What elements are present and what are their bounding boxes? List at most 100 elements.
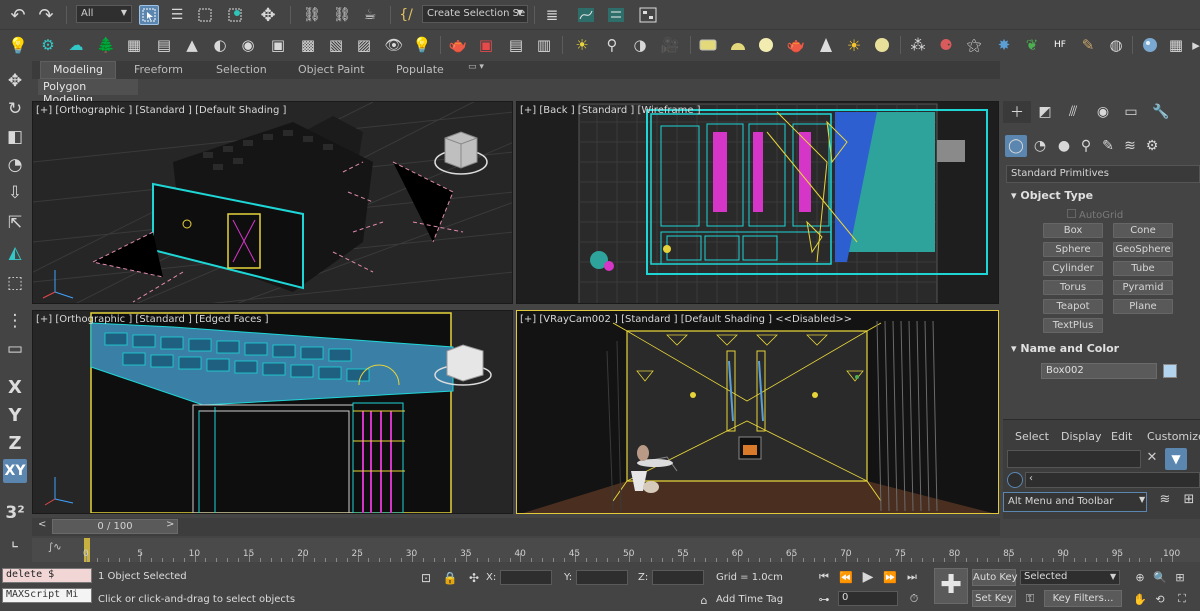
set-key-big-button[interactable]: ✚ (934, 568, 968, 604)
torus-button[interactable]: Torus (1043, 280, 1103, 295)
textplus-button[interactable]: TextPlus (1043, 318, 1103, 333)
bind-space-warp-icon[interactable]: ☕ (360, 5, 380, 25)
orbit-icon[interactable]: ⊕ (1130, 567, 1150, 587)
rollout-name-and-color[interactable]: ▾ Name and Color (1003, 342, 1200, 355)
object-name-field[interactable]: Box002 (1041, 363, 1157, 379)
viewport-bottom-left[interactable]: [+] [Orthographic ] [Standard ] [Edged F… (32, 310, 513, 514)
vray-light-icon[interactable]: ☀ (572, 35, 592, 55)
environment-icon[interactable]: ▩ (298, 35, 318, 55)
material-browser-icon[interactable]: ▦ (1166, 35, 1186, 55)
systems-category-icon[interactable]: ⚙ (1141, 135, 1163, 157)
explorer-search-input[interactable] (1007, 450, 1141, 468)
object-color-swatch[interactable] (1163, 364, 1177, 378)
previous-frame-icon[interactable]: ⏪ (836, 567, 856, 587)
time-slider[interactable]: < 0 / 100 > (32, 518, 1000, 536)
selection-filter-dropdown[interactable]: All ▼ (76, 5, 132, 23)
cameras-category-icon[interactable]: ⚲ (1075, 135, 1097, 157)
lightbulb-icon[interactable]: 💡 (412, 35, 432, 55)
key-mode-icon[interactable]: ⊶ (814, 589, 834, 609)
key-icon[interactable]: ⚿ (1020, 589, 1040, 609)
viewport-label[interactable]: [+] [Orthographic ] [Standard ] [Edged F… (36, 314, 269, 325)
vray-dome-icon[interactable] (728, 35, 748, 55)
hierarchy-tab-icon[interactable]: ⫻ (1059, 101, 1087, 123)
box-button[interactable]: Box (1043, 223, 1103, 238)
current-frame-field[interactable]: 0 (838, 591, 898, 606)
explorer-toggle-icon[interactable] (1007, 472, 1023, 488)
geosphere-button[interactable]: GeoSphere (1113, 242, 1173, 257)
effects-icon[interactable]: ▧ (326, 35, 346, 55)
set-key-button[interactable]: Set Key (972, 590, 1016, 607)
chevron-down-icon[interactable]: ▼ (1139, 495, 1145, 504)
dope-sheet-icon[interactable] (606, 5, 626, 25)
time-slider-prev-icon[interactable]: < (38, 519, 46, 530)
tree-icon[interactable]: 🌲 (96, 35, 116, 55)
time-tag-icon[interactable]: ⌂ (694, 590, 714, 610)
curve-editor-mini-icon[interactable]: ∫∿ (48, 542, 62, 553)
maxscript-listener[interactable]: MAXScript Mi (2, 588, 92, 603)
camera-icon[interactable]: ☁ (66, 35, 86, 55)
extra-tool-icon[interactable]: ▸ (1186, 35, 1200, 55)
vray-ies-icon[interactable] (816, 35, 836, 55)
pivot-tool-icon[interactable]: ⇩ (3, 181, 27, 205)
unlink-icon[interactable]: ⛓ (332, 5, 352, 25)
key-mode-dropdown[interactable]: Selected (1020, 570, 1120, 585)
shapes-category-icon[interactable]: ◔ (1029, 135, 1051, 157)
maximize-viewport-icon[interactable]: ⛶ (1172, 589, 1192, 609)
undo-icon[interactable]: ↶ (8, 5, 28, 26)
ribbon-options-icon[interactable]: ▭ ▾ (468, 62, 484, 72)
motion-tab-icon[interactable]: ◉ (1089, 101, 1117, 123)
transform-gizmo-icon[interactable]: ⌞ (3, 529, 27, 553)
axis-y-button[interactable]: Y (3, 403, 27, 427)
rectangular-selection-icon[interactable] (195, 5, 215, 25)
go-to-end-icon[interactable]: ⏭ (902, 567, 922, 587)
explorer-scrollbar[interactable]: ‹ (1025, 472, 1200, 488)
lock-icon[interactable]: 🔒 (440, 568, 460, 588)
vray-clipper-icon[interactable]: ⚝ (964, 35, 984, 55)
transform-mode-icon[interactable]: ✣ (464, 568, 484, 588)
category-dropdown[interactable]: Standard Primitives (1006, 165, 1200, 183)
utilities-tab-icon[interactable]: 🔧 (1147, 101, 1175, 123)
move-icon[interactable]: ✥ (258, 5, 278, 26)
vray-mesh-light-icon[interactable]: 🫖 (786, 35, 806, 55)
selection-set-dropdown[interactable]: Create Selection Se ▼ (422, 5, 528, 23)
pyramid-button[interactable]: Pyramid (1113, 280, 1173, 295)
auto-key-button[interactable]: Auto Key (972, 569, 1018, 586)
place-tool-icon[interactable]: ◔ (3, 153, 27, 177)
explorer-menu-customize[interactable]: Customize (1147, 430, 1200, 443)
explorer-menu-edit[interactable]: Edit (1111, 430, 1132, 443)
ribbon-tab-populate[interactable]: Populate (396, 63, 444, 76)
vray-proxy-icon[interactable]: ⚈ (936, 35, 956, 55)
vray-sphere-light-icon[interactable] (756, 35, 776, 55)
ribbon-tab-freeform[interactable]: Freeform (134, 63, 183, 76)
rendered-frame-icon[interactable]: ▥ (534, 35, 554, 55)
angle-snap-icon[interactable]: ◭ (3, 241, 27, 265)
layers-icon[interactable]: ≋ (1155, 492, 1175, 512)
y-coordinate-field[interactable] (576, 570, 628, 585)
vray-physical-camera-icon[interactable]: 🎥 (660, 35, 680, 55)
ribbon-tab-modeling[interactable]: Modeling (40, 61, 117, 79)
render-icon[interactable]: ▣ (476, 35, 496, 55)
forest-pack-icon[interactable]: ❦ (1022, 35, 1042, 55)
vray-ambient-icon[interactable] (872, 35, 892, 55)
spacewarps-category-icon[interactable]: ≋ (1119, 135, 1141, 157)
rollout-object-type[interactable]: ▾ Object Type (1003, 189, 1200, 202)
redo-icon[interactable]: ↷ (36, 5, 56, 26)
schematic-view-icon[interactable] (638, 5, 658, 25)
render-setup-window-icon[interactable]: ▤ (506, 35, 526, 55)
chrome-sphere-icon[interactable] (1140, 35, 1160, 55)
viewport-label[interactable]: [+] [VRayCam002 ] [Standard ] [Default S… (520, 314, 852, 325)
viewport-bottom-right[interactable]: [+] [VRayCam002 ] [Standard ] [Default S… (516, 310, 999, 514)
zoom-icon[interactable]: 🔍 (1150, 567, 1170, 587)
viewport-label[interactable]: [+] [Back ] [Standard ] [Wireframe ] (520, 105, 701, 116)
workspace-dropdown[interactable]: Alt Menu and Toolbar (1003, 492, 1147, 512)
tube-button[interactable]: Tube (1113, 261, 1173, 276)
pan-icon[interactable]: ✋ (1130, 589, 1150, 609)
add-time-tag-button[interactable]: Add Time Tag (716, 594, 783, 605)
material-icon[interactable]: ◐ (210, 35, 230, 55)
modify-tab-icon[interactable]: ◩ (1031, 101, 1059, 123)
link-icon[interactable]: ⛓ (302, 5, 322, 25)
filter-icon[interactable]: ▼ (1165, 448, 1187, 470)
axis-xy-button[interactable]: XY (3, 459, 27, 483)
ribbon-tab-selection[interactable]: Selection (216, 63, 267, 76)
cone-button[interactable]: Cone (1113, 223, 1173, 238)
